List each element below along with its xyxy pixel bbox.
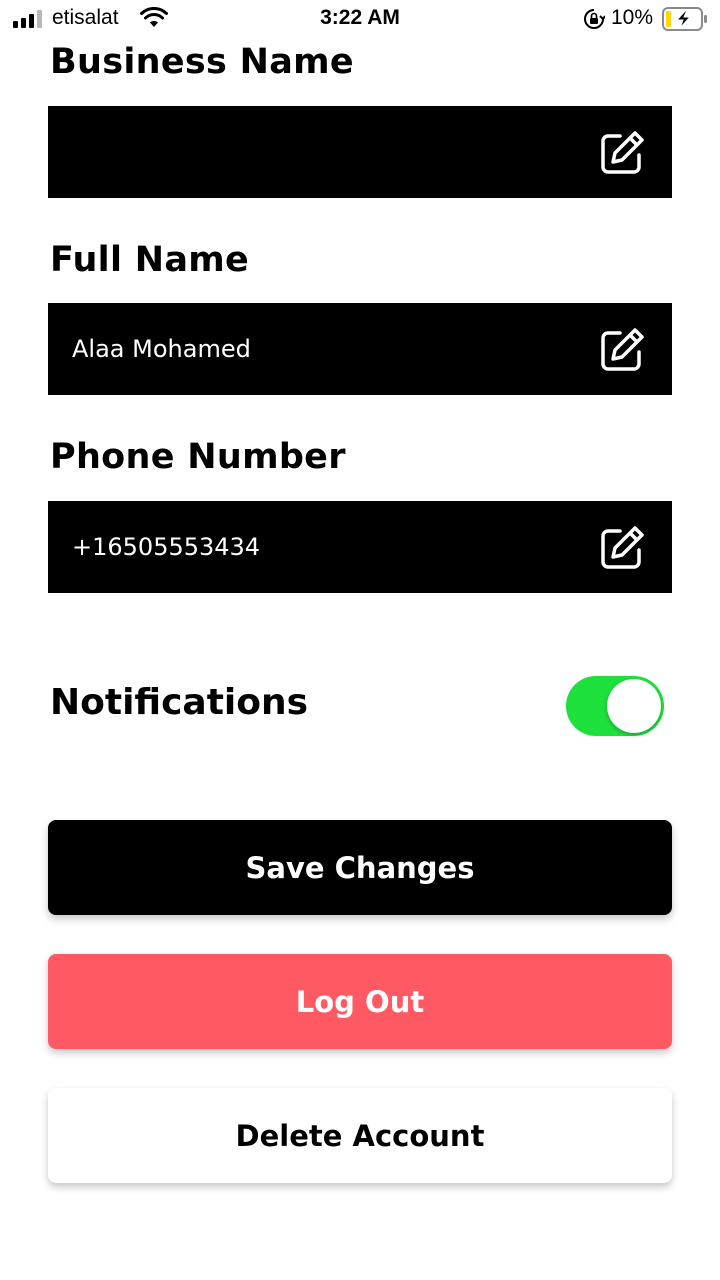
toggle-knob[interactable]: [607, 679, 661, 733]
full-name-field[interactable]: Alaa Mohamed: [48, 303, 672, 395]
battery-charging-icon: [662, 7, 707, 31]
edit-icon[interactable]: [598, 326, 646, 374]
full-name-label: Full Name: [50, 240, 250, 280]
phone-number-value[interactable]: +16505553434: [72, 501, 260, 593]
edit-icon[interactable]: [598, 129, 646, 177]
business-name-label: Business Name: [50, 42, 354, 82]
notifications-label: Notifications: [50, 682, 309, 723]
log-out-button[interactable]: Log Out: [48, 954, 672, 1049]
full-name-value[interactable]: Alaa Mohamed: [72, 303, 251, 395]
phone-number-field[interactable]: +16505553434: [48, 501, 672, 593]
edit-icon[interactable]: [598, 524, 646, 572]
delete-account-button[interactable]: Delete Account: [48, 1088, 672, 1183]
phone-number-label: Phone Number: [50, 437, 346, 477]
orientation-lock-icon: [584, 9, 605, 29]
business-name-field[interactable]: [48, 106, 672, 198]
notifications-toggle[interactable]: [566, 676, 664, 736]
battery-percent: 10%: [611, 6, 654, 29]
status-bar: etisalat 3:22 AM 10%: [0, 0, 720, 40]
save-changes-button[interactable]: Save Changes: [48, 820, 672, 915]
